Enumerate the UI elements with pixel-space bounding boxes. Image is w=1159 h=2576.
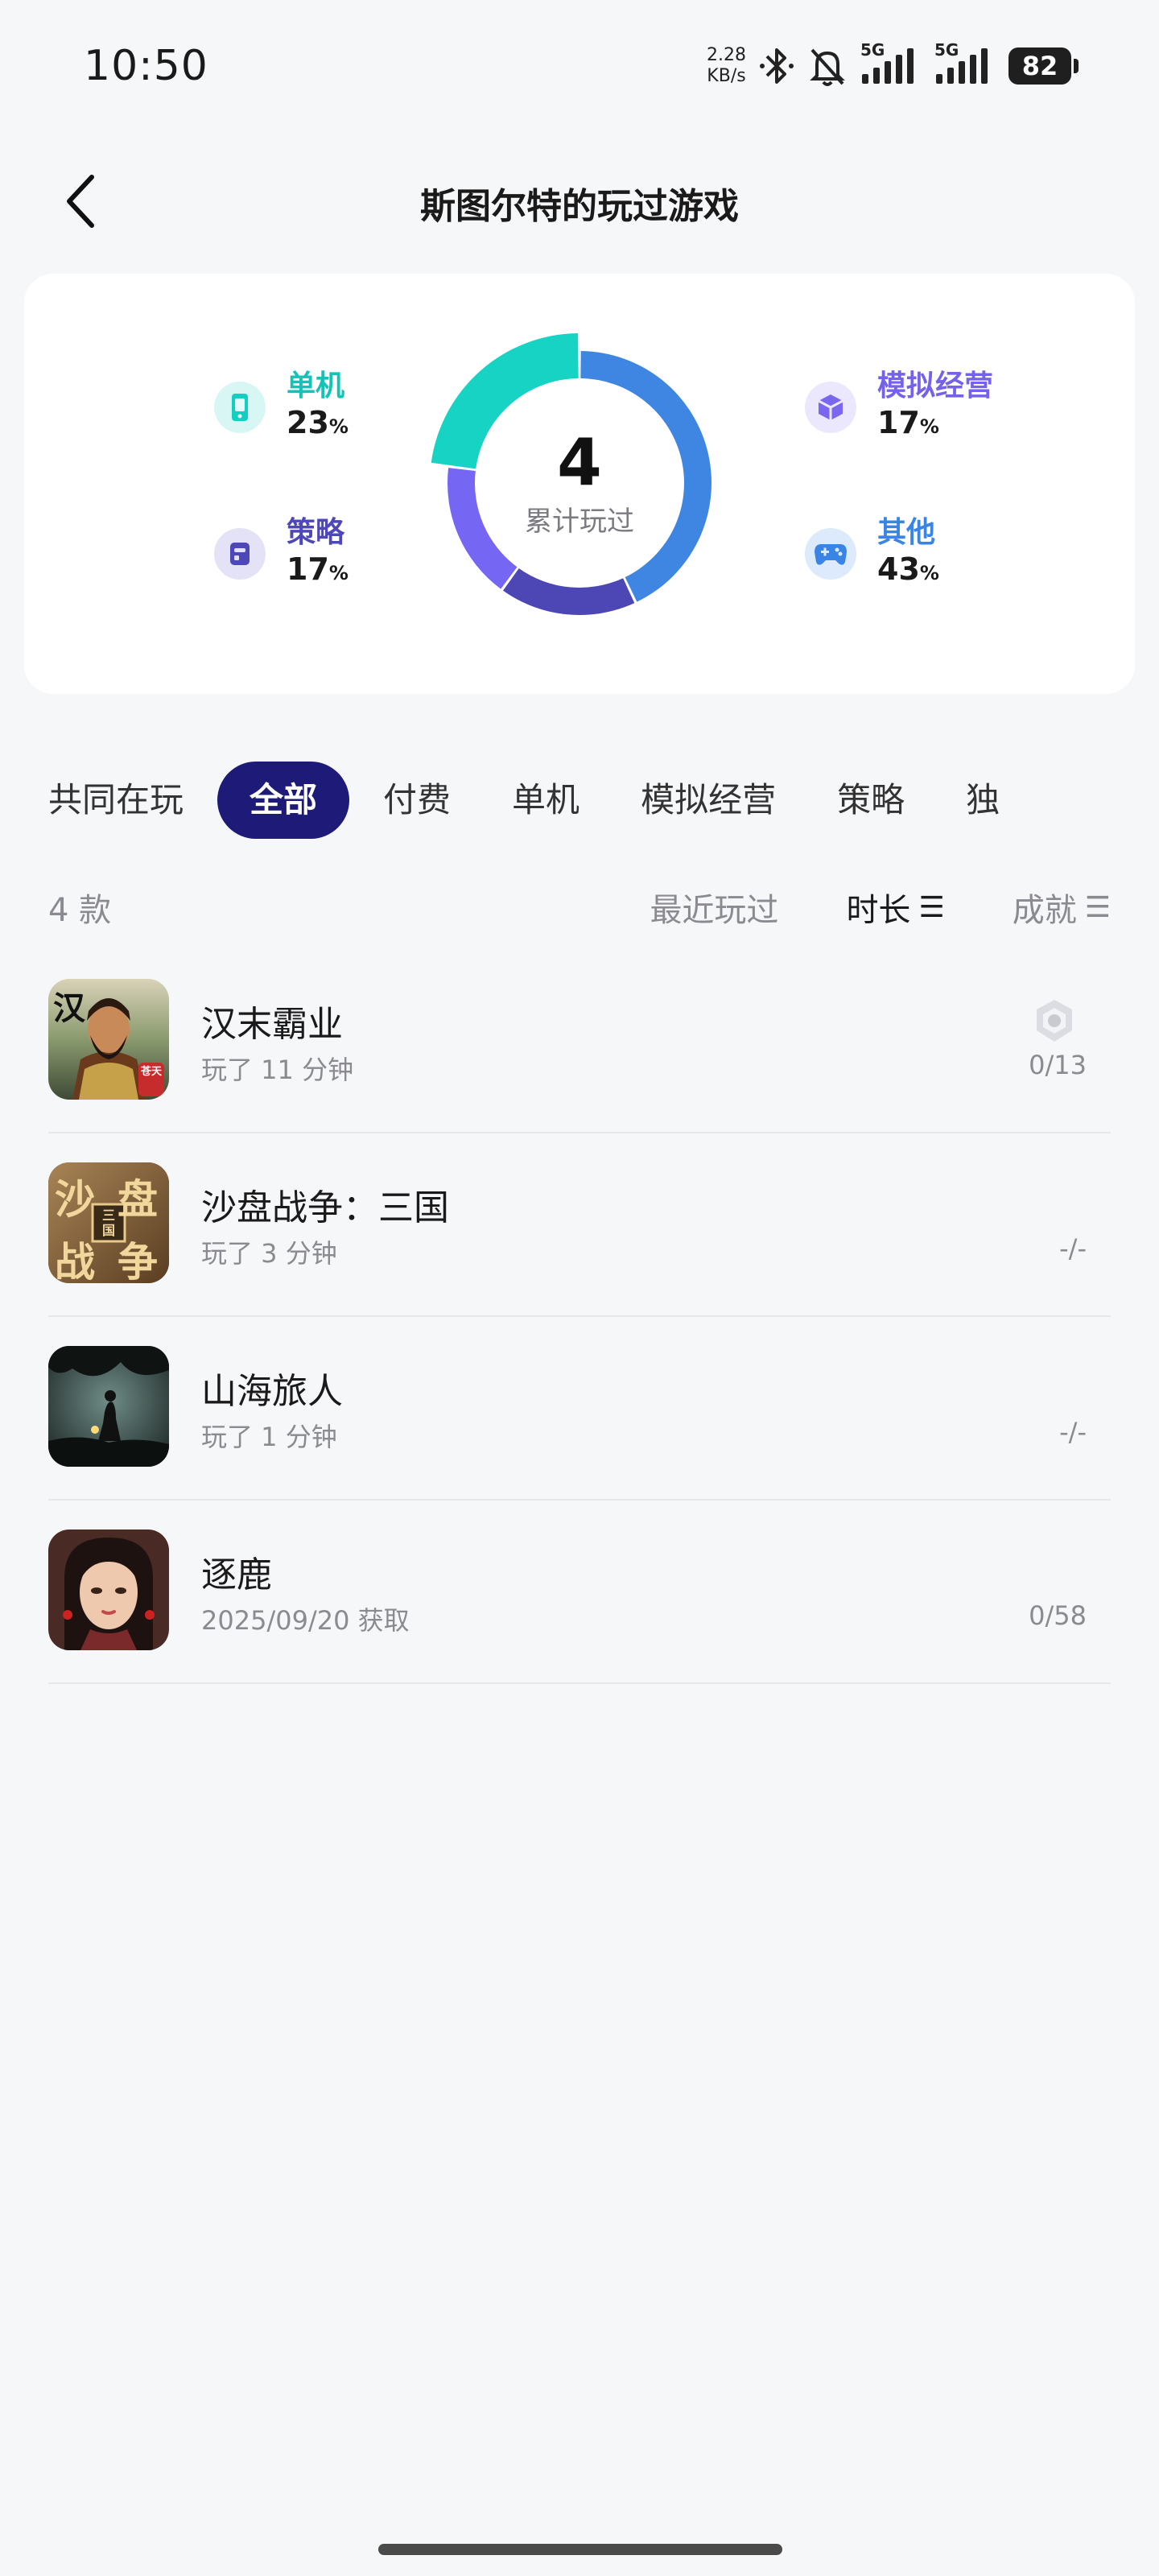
legend-name: 单机 <box>287 369 345 402</box>
legend-percent-unit: % <box>328 415 349 438</box>
legend-percent-value: 23 <box>287 405 329 440</box>
trophy-icon <box>1030 997 1079 1045</box>
strategy-icon <box>214 527 266 580</box>
game-cover-image <box>48 1530 169 1650</box>
signal-icon: 5G <box>934 40 996 87</box>
sort-duration-label: 时长 <box>846 892 911 929</box>
tab-indie[interactable]: 独 <box>935 762 1030 839</box>
sort-duration-button[interactable]: 时长 ☰ <box>846 884 944 931</box>
mute-bell-icon <box>807 45 848 87</box>
legend-item-other: 其他 43% <box>805 515 939 592</box>
game-title: 山海旅人 <box>201 1371 343 1412</box>
signal-icon: 5G <box>860 40 922 87</box>
network-speed: 2.28 KB/s <box>707 45 746 87</box>
blocks-icon <box>805 381 856 433</box>
legend-name: 其他 <box>877 516 936 549</box>
tab-paid[interactable]: 付费 <box>353 762 481 839</box>
game-cover-char: 战 <box>55 1239 95 1283</box>
list-item[interactable]: 逐鹿 2025/09/20 获取 0/58 <box>48 1501 1111 1684</box>
legend-item-single: 单机 23% <box>214 369 349 445</box>
category-donut-chart: 4 累计玩过 <box>419 322 740 644</box>
game-cover-char: 盘 <box>118 1176 158 1223</box>
game-cover-image <box>48 1346 169 1467</box>
legend-percent: 17% <box>287 551 349 592</box>
game-cover-char: 沙 <box>55 1176 95 1223</box>
gamepad-icon <box>805 527 856 580</box>
game-playtime: 玩了 1 分钟 <box>201 1422 337 1452</box>
list-item[interactable]: 山海旅人 玩了 1 分钟 -/- <box>48 1317 1111 1501</box>
status-time: 10:50 <box>84 42 208 90</box>
home-indicator[interactable] <box>378 2544 782 2555</box>
battery-icon: 82 <box>1008 47 1079 85</box>
page-title: 斯图尔特的玩过游戏 <box>420 186 739 227</box>
total-label: 累计玩过 <box>525 505 634 538</box>
game-title: 沙盘战争：三国 <box>201 1187 449 1228</box>
game-title: 汉末霸业 <box>201 1004 343 1045</box>
sort-options: 最近玩过 时长 ☰ 成就 ☰ <box>650 884 1111 931</box>
sort-achievement-label: 成就 <box>1012 892 1077 929</box>
tab-simulation[interactable]: 模拟经营 <box>610 762 806 839</box>
achievement-progress: 0/13 <box>1029 1050 1087 1080</box>
legend-name: 模拟经营 <box>877 369 994 402</box>
phone-icon <box>214 381 266 433</box>
sort-order-icon: ☰ <box>1084 890 1111 924</box>
sort-order-icon: ☰ <box>918 890 945 924</box>
game-acquired-date: 2025/09/20 获取 <box>201 1605 410 1636</box>
legend-percent-value: 43 <box>877 551 920 587</box>
battery-tip <box>1074 59 1079 73</box>
network-speed-unit: KB/s <box>707 66 746 86</box>
sort-achievement-button[interactable]: 成就 ☰ <box>1013 884 1111 931</box>
sort-recent-button[interactable]: 最近玩过 <box>650 884 778 931</box>
game-title: 逐鹿 <box>201 1554 272 1596</box>
tab-strategy[interactable]: 策略 <box>806 762 935 839</box>
list-item[interactable]: 沙 盘 战 争 三国 沙盘战争：三国 玩了 3 分钟 -/- <box>48 1133 1111 1317</box>
game-cover-char: 争 <box>118 1239 158 1283</box>
legend-percent-value: 17 <box>287 551 329 587</box>
legend-percent-unit: % <box>919 562 939 584</box>
game-count: 4 款 <box>48 892 112 929</box>
game-list: 汉 苍天 汉末霸业 玩了 11 分钟 0/13 沙 盘 战 争 三国 沙盘战争：… <box>48 950 1111 1684</box>
list-item[interactable]: 汉 苍天 汉末霸业 玩了 11 分钟 0/13 <box>48 950 1111 1133</box>
achievement-progress: 0/58 <box>1029 1600 1087 1631</box>
game-cover-title: 汉 <box>53 989 85 1027</box>
game-cover-seal: 苍天 <box>140 1066 162 1078</box>
list-header: 4 款 最近玩过 时长 ☰ 成就 ☰ <box>48 869 1111 942</box>
battery-level: 82 <box>1008 47 1071 85</box>
achievement-progress: -/- <box>1059 1233 1087 1264</box>
game-cover-image: 沙 盘 战 争 三国 <box>48 1162 169 1283</box>
legend-percent: 43% <box>877 551 939 592</box>
tab-co-playing[interactable]: 共同在玩 <box>18 762 214 839</box>
legend-percent: 17% <box>877 404 993 445</box>
legend-item-strategy: 策略 17% <box>214 515 349 592</box>
donut-center: 4 累计玩过 <box>419 322 740 644</box>
total-count: 4 <box>557 424 602 500</box>
category-tabs: 共同在玩 全部 付费 单机 模拟经营 策略 独 <box>48 760 1030 840</box>
nav-bar: 斯图尔特的玩过游戏 <box>0 153 1159 250</box>
achievement-progress: -/- <box>1059 1417 1087 1447</box>
signal-label: 5G <box>860 40 885 60</box>
network-speed-value: 2.28 <box>707 45 746 65</box>
game-cover-center-text: 三国 <box>101 1208 115 1238</box>
game-playtime: 玩了 11 分钟 <box>201 1055 354 1085</box>
game-cover-image: 汉 苍天 <box>48 979 169 1100</box>
status-bar: 10:50 2.28 KB/s 5G 5G 82 <box>0 0 1159 137</box>
legend-name: 策略 <box>287 516 345 549</box>
summary-card: 单机 23% 策略 17% 模拟经营 17% 其他 43% 4 累计玩过 <box>24 274 1135 694</box>
sort-recent-label: 最近玩过 <box>650 892 779 929</box>
status-icons: 2.28 KB/s 5G 5G 82 <box>707 40 1079 92</box>
tab-all[interactable]: 全部 <box>217 762 350 839</box>
legend-item-simulation: 模拟经营 17% <box>805 369 993 445</box>
signal-label: 5G <box>934 40 959 60</box>
legend-percent-value: 17 <box>877 405 920 440</box>
legend-percent-unit: % <box>328 562 349 584</box>
tab-single[interactable]: 单机 <box>481 762 610 839</box>
legend-percent-unit: % <box>919 415 939 438</box>
legend-percent: 23% <box>287 404 349 445</box>
bluetooth-icon <box>759 45 794 87</box>
game-playtime: 玩了 3 分钟 <box>201 1238 337 1269</box>
